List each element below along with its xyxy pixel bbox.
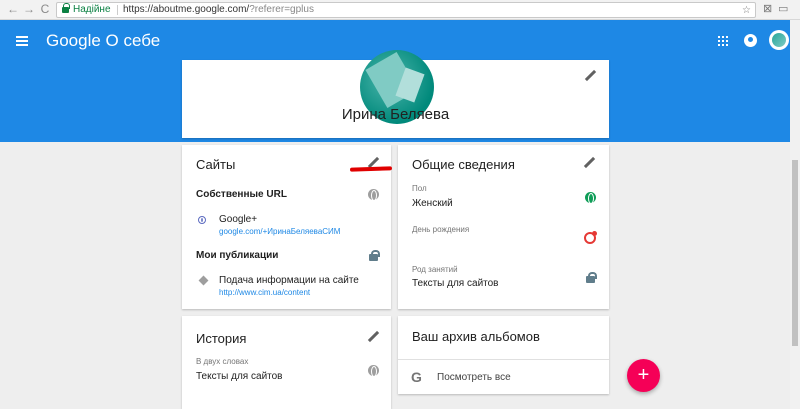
address-separator [117, 5, 118, 15]
account-avatar[interactable] [769, 30, 789, 50]
visibility-globe-icon[interactable] [368, 189, 379, 201]
gender-value: Женский [412, 198, 453, 209]
extensions-icon[interactable]: ▭ [778, 2, 788, 15]
url-host: https://aboutme.google.com/ [123, 4, 250, 15]
sites-title: Сайты [196, 157, 236, 172]
own-urls-label: Собственные URL [196, 189, 287, 200]
publications-label: Мои публикации [196, 250, 279, 261]
edit-profile-icon[interactable] [585, 70, 597, 82]
bookmark-star-icon[interactable]: ☆ [742, 4, 751, 18]
history-globe-icon[interactable] [368, 365, 379, 377]
scrollbar-thumb[interactable] [792, 160, 798, 346]
reload-button[interactable]: C [38, 2, 52, 16]
profile-card: Ирина Беляева [182, 50, 609, 138]
back-button[interactable]: ← [6, 2, 20, 16]
address-bar[interactable]: Надійне https://aboutme.google.com/?refe… [56, 2, 756, 18]
private-lock-icon[interactable] [369, 250, 380, 261]
general-title: Общие сведения [412, 157, 515, 172]
albums-card: Ваш архив альбомов G Посмотреть все [398, 316, 609, 394]
general-info-card: Общие сведения Пол Женский День рождения… [398, 145, 609, 309]
own-url-title: Google+ [219, 214, 258, 225]
profile-name: Ирина Беляева [341, 106, 450, 123]
forward-button[interactable]: → [22, 2, 36, 16]
url-query: ?referer=gplus [249, 4, 314, 15]
publication-site-icon [198, 275, 209, 286]
edit-history-icon[interactable] [368, 331, 380, 343]
google-plus-site-icon [198, 216, 206, 224]
apps-grid-icon[interactable] [718, 36, 728, 46]
albums-title: Ваш архив альбомов [412, 329, 540, 344]
edit-general-icon[interactable] [584, 157, 596, 169]
history-card: История В двух словах Тексты для сайтов [182, 316, 391, 409]
notifications-icon[interactable] [744, 34, 757, 47]
browser-toolbar: ← → C Надійне https://aboutme.google.com… [0, 0, 800, 20]
birthday-visibility-icon[interactable] [584, 231, 597, 244]
app-title[interactable]: Google О себе [46, 31, 160, 51]
occupation-lock-icon[interactable] [586, 272, 597, 283]
occupation-value: Тексты для сайтов [412, 278, 499, 289]
address-url[interactable]: https://aboutme.google.com/?referer=gplu… [123, 3, 314, 17]
gender-label: Пол [412, 184, 427, 193]
secure-lock-icon [62, 3, 70, 14]
birthday-label: День рождения [412, 225, 470, 234]
translate-icon[interactable]: ⊠ [763, 2, 772, 15]
albums-divider [398, 359, 609, 360]
public-globe-icon[interactable] [585, 192, 596, 204]
add-fab-button[interactable]: + [627, 359, 660, 392]
occupation-label: Род занятий [412, 265, 458, 274]
publication-title: Подача информации на сайте [219, 275, 359, 286]
history-title: История [196, 331, 247, 346]
history-label: В двух словах [196, 357, 249, 366]
view-all-link[interactable]: Посмотреть все [437, 372, 511, 383]
menu-icon[interactable] [16, 36, 28, 46]
publication-link[interactable]: http://www.cim.ua/content [219, 288, 310, 297]
history-value: Тексты для сайтов [196, 371, 283, 382]
page-scrollbar[interactable] [790, 20, 800, 409]
own-url-link[interactable]: google.com/+ИринаБеляеваСИМ [219, 227, 340, 236]
secure-label: Надійне [73, 4, 111, 15]
google-g-icon: G [411, 369, 422, 385]
